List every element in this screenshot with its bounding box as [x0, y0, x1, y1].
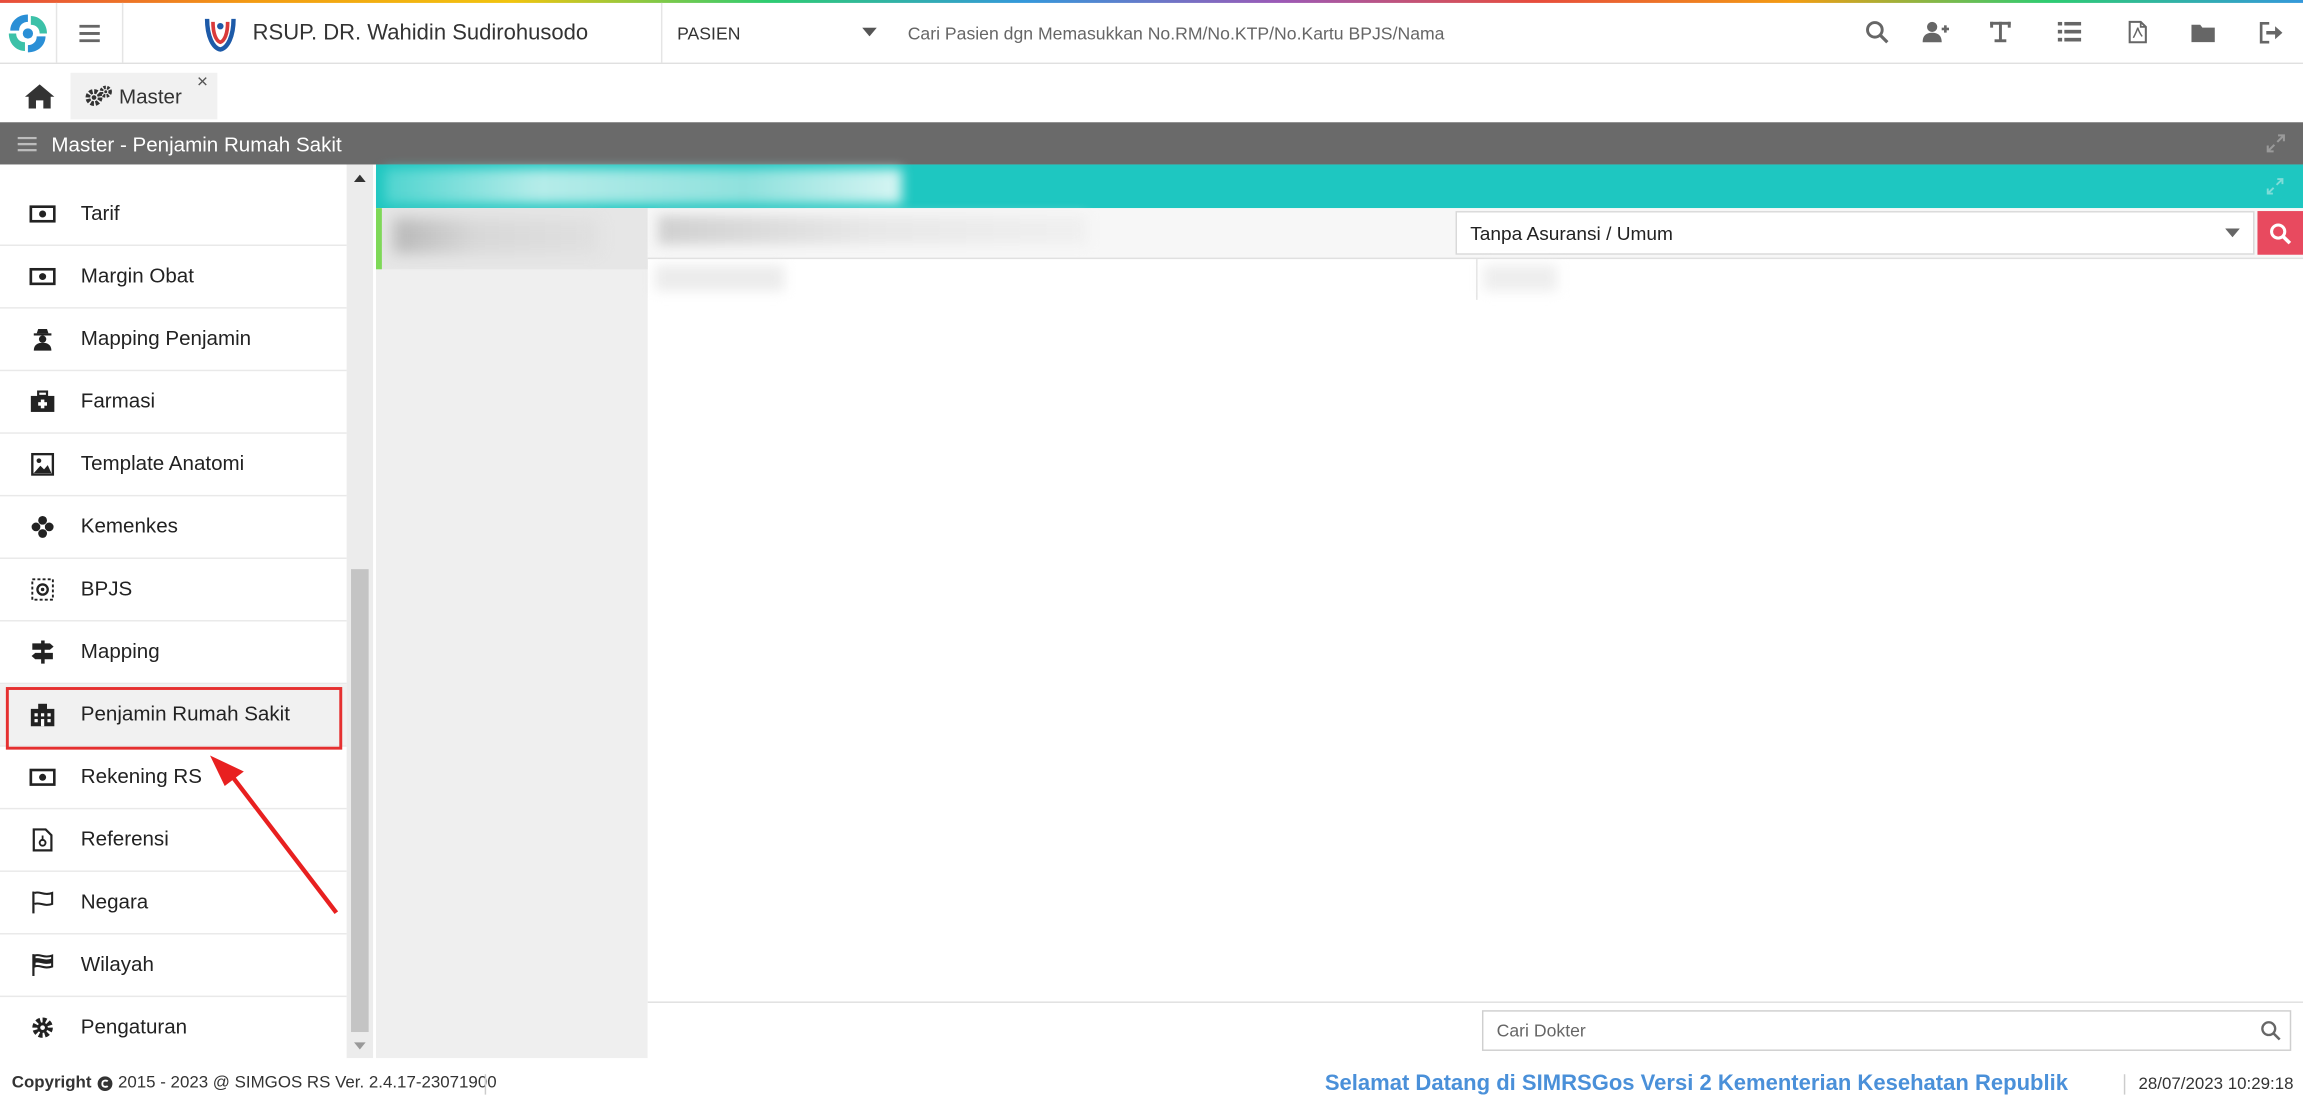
highlight-box: [5, 687, 343, 750]
scroll-up-icon[interactable]: [353, 174, 366, 182]
hospital-brand: RSUP. DR. Wahidin Sudirohusodo: [123, 2, 663, 63]
module-title: Master - Penjamin Rumah Sakit: [51, 131, 342, 156]
sidebar-item-label: Wilayah: [80, 951, 154, 976]
sidebar-item-negara[interactable]: Negara: [0, 872, 347, 935]
sidebar-item-label: BPJS: [80, 576, 133, 600]
list-icon[interactable]: [2055, 17, 2084, 46]
search-icon[interactable]: [1862, 17, 1891, 46]
app-root: RSUP. DR. Wahidin Sudirohusodo PASIEN Ca…: [0, 0, 2303, 1115]
insurer-select-value: Tanpa Asuransi / Umum: [1470, 221, 1673, 244]
redacted-group-label: [393, 218, 600, 254]
sidebar-item-bpjs[interactable]: BPJS: [0, 559, 347, 622]
close-icon[interactable]: ×: [197, 71, 208, 90]
module-titlebar: Master - Penjamin Rumah Sakit: [0, 122, 2303, 165]
redacted-cell: [655, 264, 785, 292]
sidebar-item-tarif[interactable]: Tarif: [0, 183, 347, 246]
sidebar-item-label: Rekening RS: [80, 764, 202, 788]
sidebar-item-label: Pengaturan: [80, 1014, 188, 1038]
app-logo[interactable]: [0, 2, 58, 63]
sidebar-item-farmasi[interactable]: Farmasi: [0, 371, 347, 434]
sidebar-item-mapping-penjamin[interactable]: Mapping Penjamin: [0, 309, 347, 372]
insurer-select[interactable]: Tanpa Asuransi / Umum: [1455, 211, 2255, 255]
sidebar-item-margin-obat[interactable]: Margin Obat: [0, 246, 347, 309]
tab-bar: Master ×: [0, 64, 2303, 123]
doctor-search-input[interactable]: [1483, 1011, 2259, 1050]
money-icon: [29, 267, 56, 286]
status-divider: [484, 1074, 487, 1095]
sidebar-item-label: Tarif: [80, 200, 120, 225]
folder-icon[interactable]: [2188, 17, 2217, 46]
copyright-label: Copyright: [11, 1074, 92, 1092]
image-icon: [31, 452, 55, 476]
redacted-cell: [1483, 264, 1557, 292]
patient-search-input[interactable]: [893, 14, 1833, 53]
medkit-icon: [30, 390, 55, 412]
sidebar-item-wilayah[interactable]: Wilayah: [0, 934, 347, 998]
redacted-list-title: [658, 215, 1087, 245]
logout-icon[interactable]: [2256, 17, 2285, 46]
tab-master[interactable]: Master ×: [70, 71, 218, 120]
sidebar-item-label: Referensi: [80, 826, 169, 851]
group-list-pane: [376, 208, 648, 1059]
patient-type-select[interactable]: PASIEN: [662, 3, 882, 63]
money-icon: [29, 768, 56, 786]
caret-down-icon: [862, 27, 877, 37]
search-icon: [2270, 222, 2292, 244]
sidebar-item-template-anatomi[interactable]: Template Anatomi: [0, 434, 347, 497]
sidebar-item-label: Template Anatomi: [80, 451, 245, 475]
flower-icon: [31, 516, 54, 538]
text-icon[interactable]: [1986, 17, 2015, 46]
copyright-version: 2015 - 2023 @ SIMGOS RS Ver. 2.4.17-2307…: [117, 1074, 497, 1092]
sidebar-item-label: Mapping: [80, 639, 160, 663]
caret-down-icon: [2225, 228, 2240, 238]
document-icon: [32, 828, 53, 852]
status-divider: [2123, 1074, 2126, 1095]
master-sidebar: Tarif Margin Obat Mapping Penjamin Farma…: [0, 164, 347, 1059]
money-icon: [29, 205, 56, 223]
copyright-icon: [98, 1075, 113, 1091]
doctor-search-box: [1481, 1010, 2292, 1051]
expand-icon[interactable]: [2266, 134, 2285, 153]
add-user-icon[interactable]: [1921, 17, 1950, 46]
sidebar-item-referensi[interactable]: Referensi: [0, 809, 347, 872]
content-panel: [376, 164, 2303, 1059]
pdf-icon[interactable]: [2122, 17, 2151, 46]
sidebar-item-rekening-rs[interactable]: Rekening RS: [0, 747, 347, 810]
search-icon[interactable]: [2260, 1020, 2281, 1041]
home-tab[interactable]: [12, 74, 68, 118]
gear-icon: [32, 1017, 53, 1038]
insurer-search-button[interactable]: [2257, 211, 2303, 255]
scroll-down-icon[interactable]: [353, 1042, 366, 1050]
welcome-marquee: Selamat Datang di SIMRSGos Versi 2 Kemen…: [1324, 1071, 2068, 1097]
flag-outline-icon: [32, 891, 54, 914]
sidebar-item-kemenkes[interactable]: Kemenkes: [0, 496, 347, 559]
tab-master-label: Master: [118, 84, 182, 108]
sidebar-item-pengaturan[interactable]: Pengaturan: [0, 997, 347, 1058]
sidebar-item-label: Kemenkes: [80, 513, 178, 538]
sidebar-item-label: Negara: [80, 889, 149, 913]
column-divider: [1476, 259, 1478, 300]
current-datetime: 28/07/2023 10:29:18: [2138, 1075, 2294, 1094]
simgos-logo-icon: [8, 13, 47, 52]
gear-outline-icon: [31, 578, 54, 601]
redacted-header-text: [384, 168, 902, 204]
user-secret-icon: [33, 328, 52, 351]
hamburger-menu-button[interactable]: [57, 2, 124, 63]
checkered-flag-icon: [32, 954, 54, 976]
sidebar-item-label: Farmasi: [80, 388, 156, 412]
sidebar-item-label: Margin Obat: [80, 263, 194, 287]
hospital-logo-icon: [204, 18, 236, 51]
sidebar-item-mapping[interactable]: Mapping: [0, 622, 347, 685]
expand-icon[interactable]: [2266, 178, 2284, 195]
copyright-text: Copyright 2015 - 2023 @ SIMGOS RS Ver. 2…: [12, 1074, 497, 1091]
signpost-icon: [31, 640, 54, 664]
cogs-icon: [85, 85, 112, 106]
patient-type-select-label: PASIEN: [677, 22, 741, 43]
hospital-name: RSUP. DR. Wahidin Sudirohusodo: [252, 20, 589, 46]
sidebar-scroll-thumb[interactable]: [351, 569, 369, 1033]
hamburger-icon[interactable]: [17, 136, 37, 151]
sidebar-item-label: Mapping Penjamin: [80, 326, 252, 350]
hamburger-icon: [79, 24, 100, 42]
home-icon: [24, 84, 55, 109]
